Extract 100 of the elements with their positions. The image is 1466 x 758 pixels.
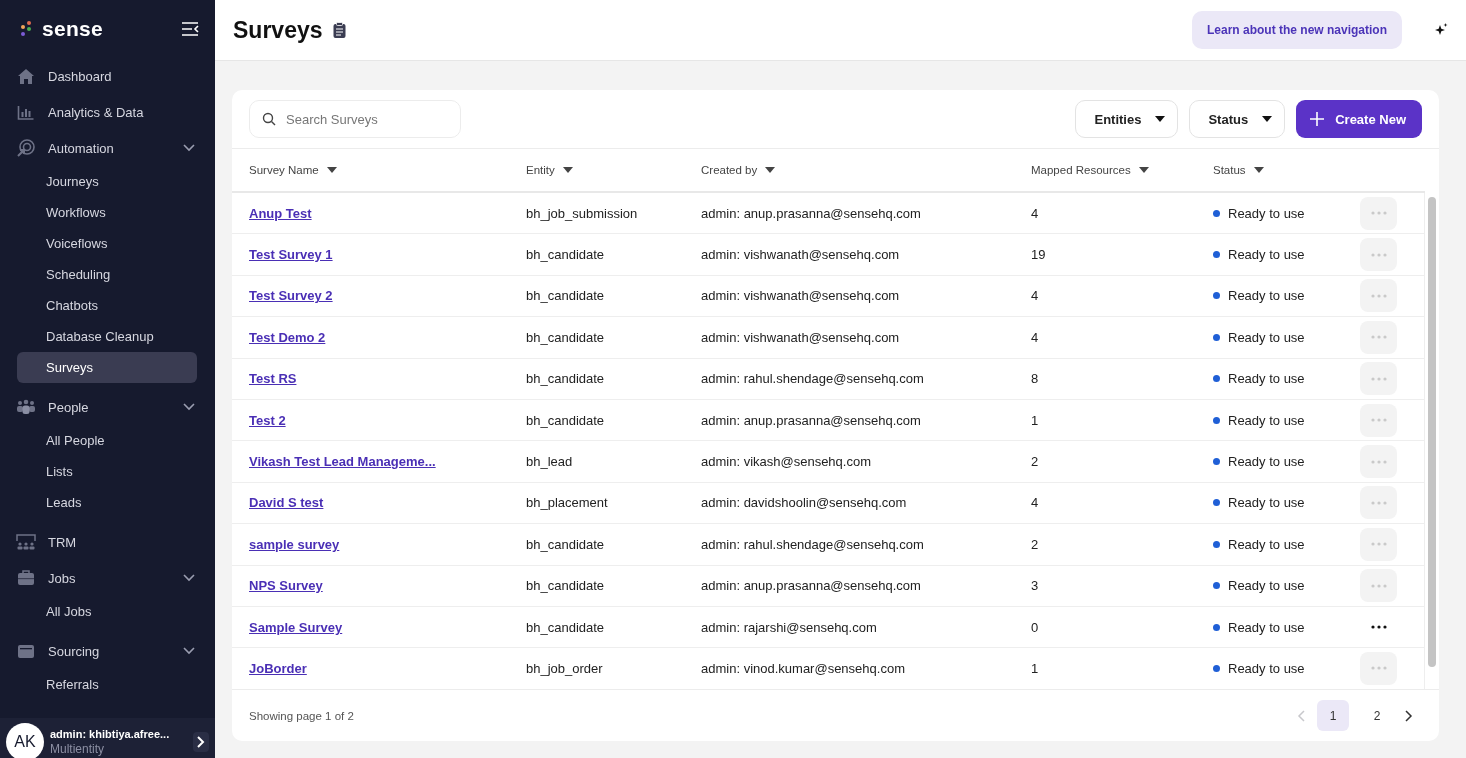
more-button[interactable]: [1360, 652, 1397, 685]
caret-down-icon: [765, 167, 776, 173]
nav-subitem[interactable]: Lists: [17, 456, 197, 487]
column-header[interactable]: Mapped Resources: [1031, 164, 1213, 176]
more-dots-icon: [1370, 625, 1387, 630]
nav-subitem[interactable]: All People: [17, 425, 197, 456]
survey-link[interactable]: Test RS: [249, 371, 297, 387]
more-button[interactable]: [1360, 486, 1397, 520]
logo-text: sense: [42, 17, 105, 41]
survey-link[interactable]: Test 2: [249, 412, 286, 428]
table-cell-text: bh_candidate: [526, 578, 606, 594]
table-cell-text: 8: [1031, 371, 1040, 387]
more-button[interactable]: [1360, 362, 1397, 396]
nav-item[interactable]: People: [0, 389, 215, 425]
survey-link[interactable]: Sample Survey: [249, 619, 343, 635]
filter-dropdown[interactable]: Status: [1189, 100, 1286, 138]
more-button[interactable]: [1360, 320, 1397, 354]
clipboard-icon: [332, 22, 346, 38]
table-cell-text: bh_job_submission: [526, 205, 639, 221]
survey-link[interactable]: JoBorder: [249, 661, 307, 676]
target-cursor-icon: [16, 139, 36, 157]
nav-subitem[interactable]: All Jobs: [17, 596, 197, 627]
nav-subitem[interactable]: Database Cleanup: [17, 321, 197, 352]
more-button[interactable]: [1360, 403, 1397, 437]
column-header[interactable]: Entity: [526, 164, 701, 176]
plus-icon: [1310, 112, 1325, 126]
survey-link[interactable]: Test Demo 2: [249, 329, 326, 345]
status-text: Ready to use: [1228, 247, 1305, 263]
table-cell-text: 4: [1031, 495, 1040, 511]
table-cell-text: admin: anup.prasanna@sensehq.com: [701, 578, 922, 594]
collapse-menu-icon[interactable]: [181, 22, 199, 36]
chevron-down-icon[interactable]: [183, 647, 195, 655]
nav-subitem[interactable]: Chatbots: [17, 290, 197, 321]
more-dots-icon: [1370, 211, 1387, 216]
expand-button[interactable]: [193, 732, 209, 752]
caret-down-icon: [1155, 116, 1166, 122]
survey-link[interactable]: sample survey: [249, 536, 340, 552]
table-cell-text: admin: vishwanath@sensehq.com: [701, 247, 901, 263]
table-cell-text: admin: anup.prasanna@sensehq.com: [701, 205, 922, 221]
search-field[interactable]: Search Surveys: [249, 100, 461, 138]
sparkle-icon[interactable]: [1434, 23, 1448, 37]
table-cell-text: admin: vishwanath@sensehq.com: [701, 329, 901, 345]
nav-subitem[interactable]: Voiceflows: [17, 228, 197, 259]
table-cell-text: bh_candidate: [526, 329, 606, 345]
table-cell-text: bh_candidate: [526, 412, 606, 428]
page-button[interactable]: 1: [1317, 700, 1349, 731]
status-text: Ready to use: [1228, 205, 1305, 221]
user-subtitle: Multientity: [50, 742, 106, 757]
nav-subitem[interactable]: Leads: [17, 487, 197, 518]
user-panel[interactable]: AK admin: khibtiya.afree... Multientity: [0, 718, 215, 758]
table-cell-text: 4: [1031, 329, 1040, 345]
status-text: Ready to use: [1228, 578, 1305, 594]
table-cell-text: 2: [1031, 536, 1040, 552]
nav-subitem[interactable]: Referrals: [17, 669, 197, 700]
column-header[interactable]: Created by: [701, 164, 1031, 176]
help-button[interactable]: Learn about the new navigation: [1191, 11, 1402, 49]
more-button[interactable]: [1360, 445, 1397, 479]
table-cell-text: bh_candidate: [526, 288, 606, 304]
more-dots-icon: [1370, 500, 1387, 505]
chevron-right-icon[interactable]: [1405, 709, 1413, 722]
nav-subitem[interactable]: Scheduling: [17, 259, 197, 290]
nav-item[interactable]: Sourcing: [0, 633, 215, 669]
more-button[interactable]: [1360, 527, 1397, 561]
chevron-down-icon[interactable]: [183, 403, 195, 411]
nav-item[interactable]: Automation: [0, 130, 215, 166]
survey-link[interactable]: Anup Test: [249, 205, 312, 221]
table-cell-text: 4: [1031, 205, 1040, 221]
column-header[interactable]: Status: [1213, 164, 1358, 176]
nav-subitem[interactable]: Journeys: [17, 166, 197, 197]
page-button[interactable]: 2: [1361, 700, 1393, 731]
more-button[interactable]: [1360, 238, 1397, 272]
status-dot-icon: [1213, 209, 1220, 217]
chevron-down-icon[interactable]: [183, 144, 195, 152]
survey-link[interactable]: Test Survey 1: [249, 247, 333, 263]
more-dots-icon: [1370, 418, 1387, 423]
nav-item[interactable]: Dashboard: [0, 58, 215, 94]
column-header[interactable]: Survey Name: [249, 164, 526, 176]
survey-link[interactable]: David S test: [249, 495, 324, 511]
caret-down-icon: [562, 167, 573, 173]
status-text: Ready to use: [1228, 661, 1305, 676]
survey-link[interactable]: Vikash Test Lead Manageme...: [249, 454, 436, 470]
more-button[interactable]: [1360, 569, 1397, 603]
survey-link[interactable]: NPS Survey: [249, 578, 323, 594]
more-dots-icon: [1370, 666, 1387, 671]
nav-subitem[interactable]: Workflows: [17, 197, 197, 228]
scrollbar-thumb[interactable]: [1428, 197, 1436, 667]
more-button[interactable]: [1360, 196, 1397, 230]
create-button[interactable]: Create New: [1296, 100, 1422, 138]
nav-item[interactable]: TRM: [0, 524, 215, 560]
table-cell-text: 1: [1031, 412, 1040, 428]
filter-dropdown[interactable]: Entities: [1075, 100, 1179, 138]
more-button[interactable]: [1360, 279, 1397, 313]
survey-link[interactable]: Test Survey 2: [249, 288, 333, 304]
nav-item[interactable]: Analytics & Data: [0, 94, 215, 130]
nav-subitem[interactable]: Surveys: [17, 352, 197, 383]
status-dot-icon: [1213, 540, 1220, 548]
status-dot-icon: [1213, 499, 1220, 507]
nav-item[interactable]: Jobs: [0, 560, 215, 596]
table-cell-text: 0: [1031, 619, 1040, 635]
chevron-down-icon[interactable]: [183, 574, 195, 582]
